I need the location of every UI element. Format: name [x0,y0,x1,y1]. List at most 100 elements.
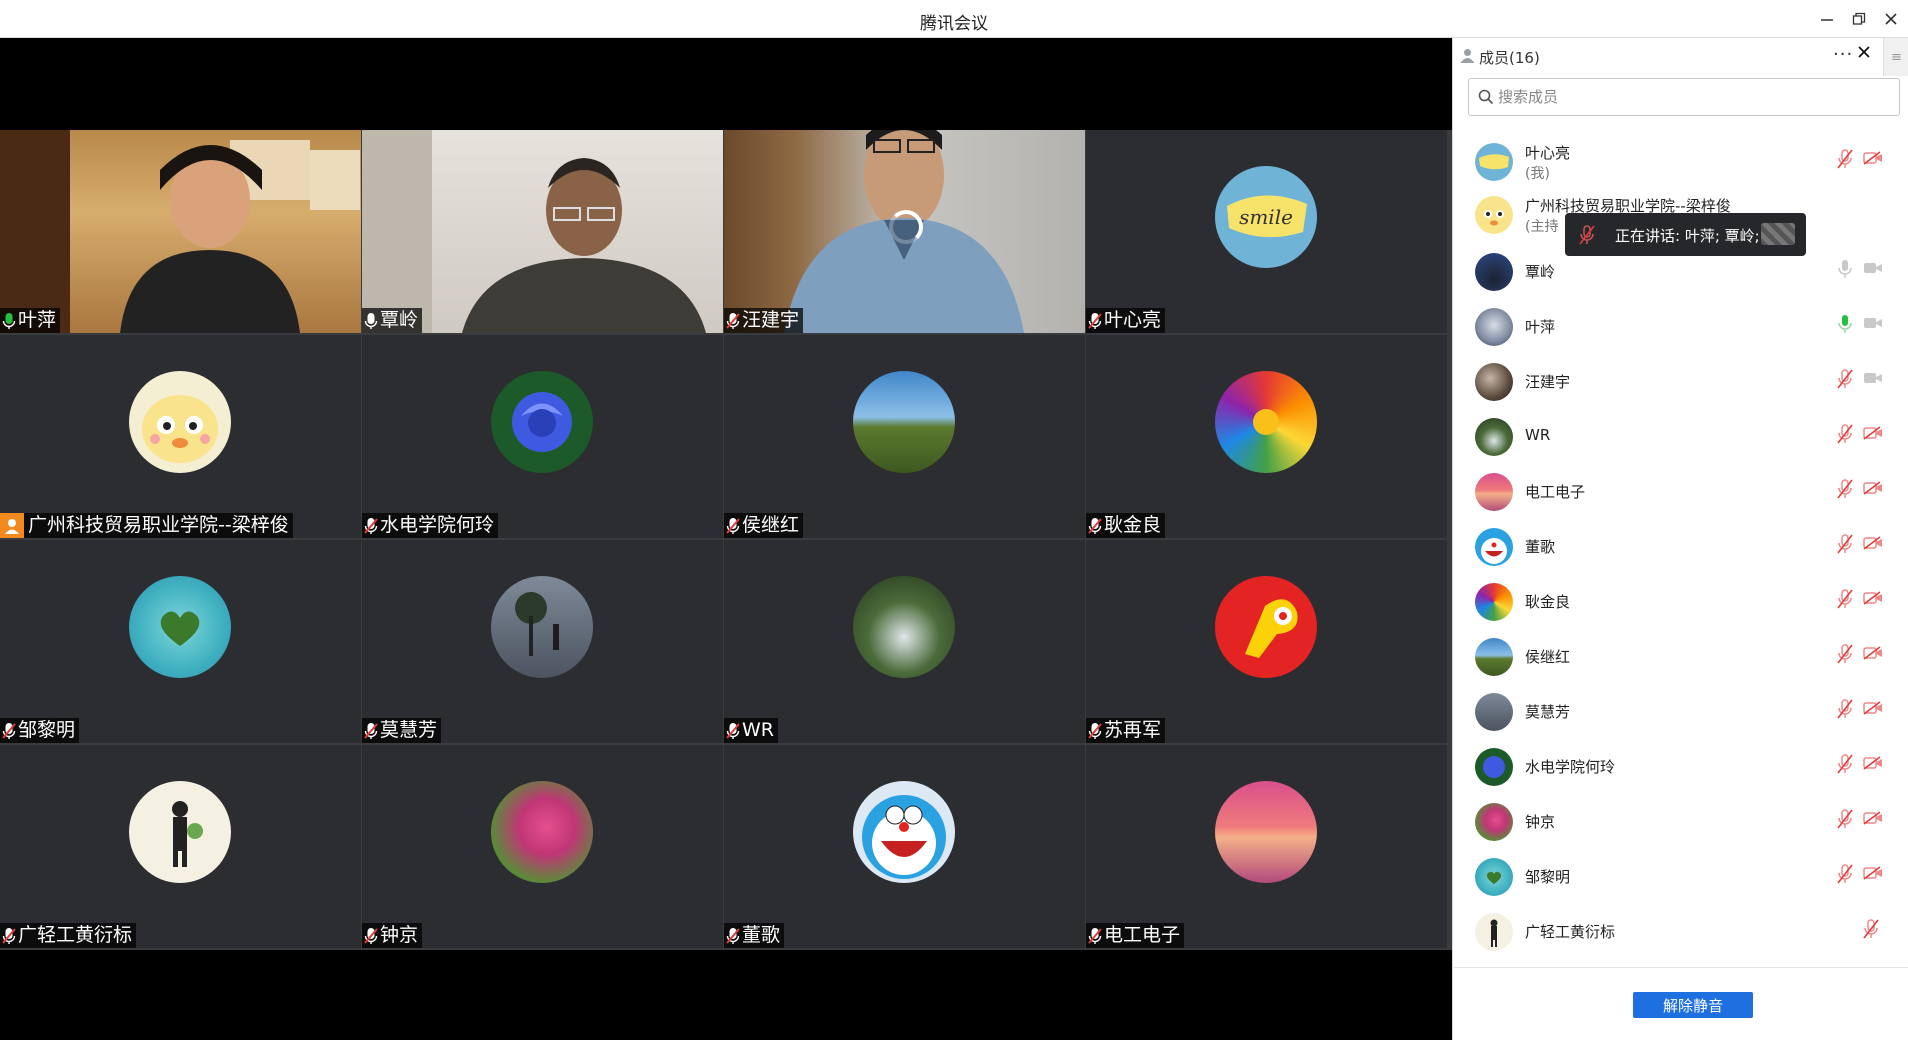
avatar [1475,473,1513,511]
search-icon [1478,89,1494,109]
member-row[interactable]: 叶萍 [1453,301,1908,351]
camera-off-icon[interactable] [1863,866,1883,880]
video-tile[interactable]: 董歌 [724,745,1085,948]
camera-off-icon[interactable] [1863,481,1883,495]
video-tile[interactable]: 水电学院何玲 [362,335,723,538]
mic-muted-icon[interactable] [1837,534,1853,554]
member-name: 叶心亮 [1525,144,1571,162]
member-name: 广轻工黄衍标 [1525,923,1616,941]
mic-muted-icon[interactable] [1837,699,1853,719]
member-row[interactable]: WR [1453,411,1908,461]
avatar [491,371,593,473]
participant-name: 莫慧芳 [380,719,438,741]
video-tile[interactable]: 汪建宇 [724,130,1085,333]
video-tile[interactable]: 钟京 [362,745,723,948]
camera-icon[interactable] [1863,261,1883,275]
mic-muted-icon [1088,722,1102,739]
participant-name: 钟京 [380,924,419,946]
mic-muted-icon[interactable] [1837,424,1853,444]
member-row[interactable]: 广轻工黄衍标 [1453,906,1908,956]
mic-muted-icon[interactable] [1837,864,1853,884]
avatar [1475,748,1513,786]
mic-muted-icon[interactable] [1837,369,1853,389]
minimize-icon[interactable] [1814,6,1840,32]
participant-nametag: 叶萍 [0,308,61,333]
loading-spinner-icon [889,210,923,244]
mic-on-icon[interactable] [1837,314,1853,334]
member-name: 水电学院何玲 [1525,758,1616,776]
search-input[interactable] [1498,85,1888,109]
camera-off-icon[interactable] [1863,756,1883,770]
mic-muted-icon[interactable] [1837,149,1853,169]
avatar [1475,196,1513,234]
unmute-all-button[interactable]: 解除静音 [1633,992,1753,1018]
member-row[interactable]: 邹黎明 [1453,851,1908,901]
video-tile[interactable]: 耿金良 [1086,335,1447,538]
camera-off-icon[interactable] [1863,701,1883,715]
window-title: 腾讯会议 [920,14,988,34]
participant-nametag: 汪建宇 [724,308,804,333]
participant-name: 覃岭 [380,309,419,331]
participant-nametag: 莫慧芳 [362,718,442,743]
video-tile[interactable]: WR [724,540,1085,743]
member-row[interactable]: 董歌 [1453,521,1908,571]
participant-name: 叶心亮 [1104,309,1162,331]
mic-muted-icon[interactable] [1837,644,1853,664]
member-name: 莫慧芳 [1525,703,1571,721]
camera-icon[interactable] [1863,371,1883,385]
participant-name: 汪建宇 [742,309,800,331]
video-tile[interactable]: 广州科技贸易职业学院--梁梓俊 [0,335,361,538]
video-tile[interactable]: 电工电子 [1086,745,1447,948]
member-name: 叶萍 [1525,318,1556,336]
camera-feed [362,130,706,333]
mic-muted-icon[interactable] [1863,919,1879,939]
camera-feed [0,130,360,333]
participant-name: 苏再军 [1104,719,1162,741]
video-tile[interactable]: 苏再军 [1086,540,1447,743]
mic-muted-icon[interactable] [1837,754,1853,774]
video-tile[interactable]: 覃岭 [362,130,723,333]
close-icon[interactable] [1878,6,1904,32]
avatar [129,781,231,883]
camera-off-icon[interactable] [1863,591,1883,605]
mic-muted-icon [726,927,740,944]
avatar [1475,308,1513,346]
mic-muted-icon[interactable] [1837,479,1853,499]
participant-name: 水电学院何玲 [380,514,495,536]
member-row[interactable]: 耿金良 [1453,576,1908,626]
participant-name: 侯继红 [742,514,800,536]
member-row[interactable]: 钟京 [1453,796,1908,846]
video-tile[interactable]: 叶萍 [0,130,361,333]
close-panel-icon[interactable] [1857,43,1871,64]
member-row[interactable]: 电工电子 [1453,466,1908,516]
mic-muted-icon[interactable] [1837,589,1853,609]
member-name: 邹黎明 [1525,868,1571,886]
video-tile[interactable]: 邹黎明 [0,540,361,743]
camera-icon[interactable] [1863,316,1883,330]
restore-icon[interactable] [1846,6,1872,32]
camera-off-icon[interactable] [1863,536,1883,550]
video-tile[interactable]: smile 叶心亮 [1086,130,1447,333]
camera-off-icon[interactable] [1863,426,1883,440]
camera-off-icon[interactable] [1863,151,1883,165]
redacted-name [1761,223,1795,245]
video-tile[interactable]: 广轻工黄衍标 [0,745,361,948]
panel-menu-icon[interactable]: ≡ [1883,38,1908,76]
avatar [1475,913,1513,951]
video-tile[interactable]: 侯继红 [724,335,1085,538]
member-row[interactable]: 叶心亮 (我) [1453,136,1908,186]
camera-off-icon[interactable] [1863,811,1883,825]
member-row[interactable]: 汪建宇 [1453,356,1908,406]
mic-icon[interactable] [1837,259,1853,279]
speaking-text: 正在讲话: 叶萍; 覃岭; [1615,227,1760,245]
member-row[interactable]: 侯继红 [1453,631,1908,681]
mic-muted-icon[interactable] [1837,809,1853,829]
camera-off-icon[interactable] [1863,646,1883,660]
video-tile[interactable]: 莫慧芳 [362,540,723,743]
member-row[interactable]: 莫慧芳 [1453,686,1908,736]
participant-name: 广轻工黄衍标 [18,924,133,946]
member-row[interactable]: 水电学院何玲 [1453,741,1908,791]
mic-muted-icon [364,517,378,534]
member-search[interactable] [1468,78,1900,116]
more-icon[interactable]: ··· [1833,44,1853,65]
